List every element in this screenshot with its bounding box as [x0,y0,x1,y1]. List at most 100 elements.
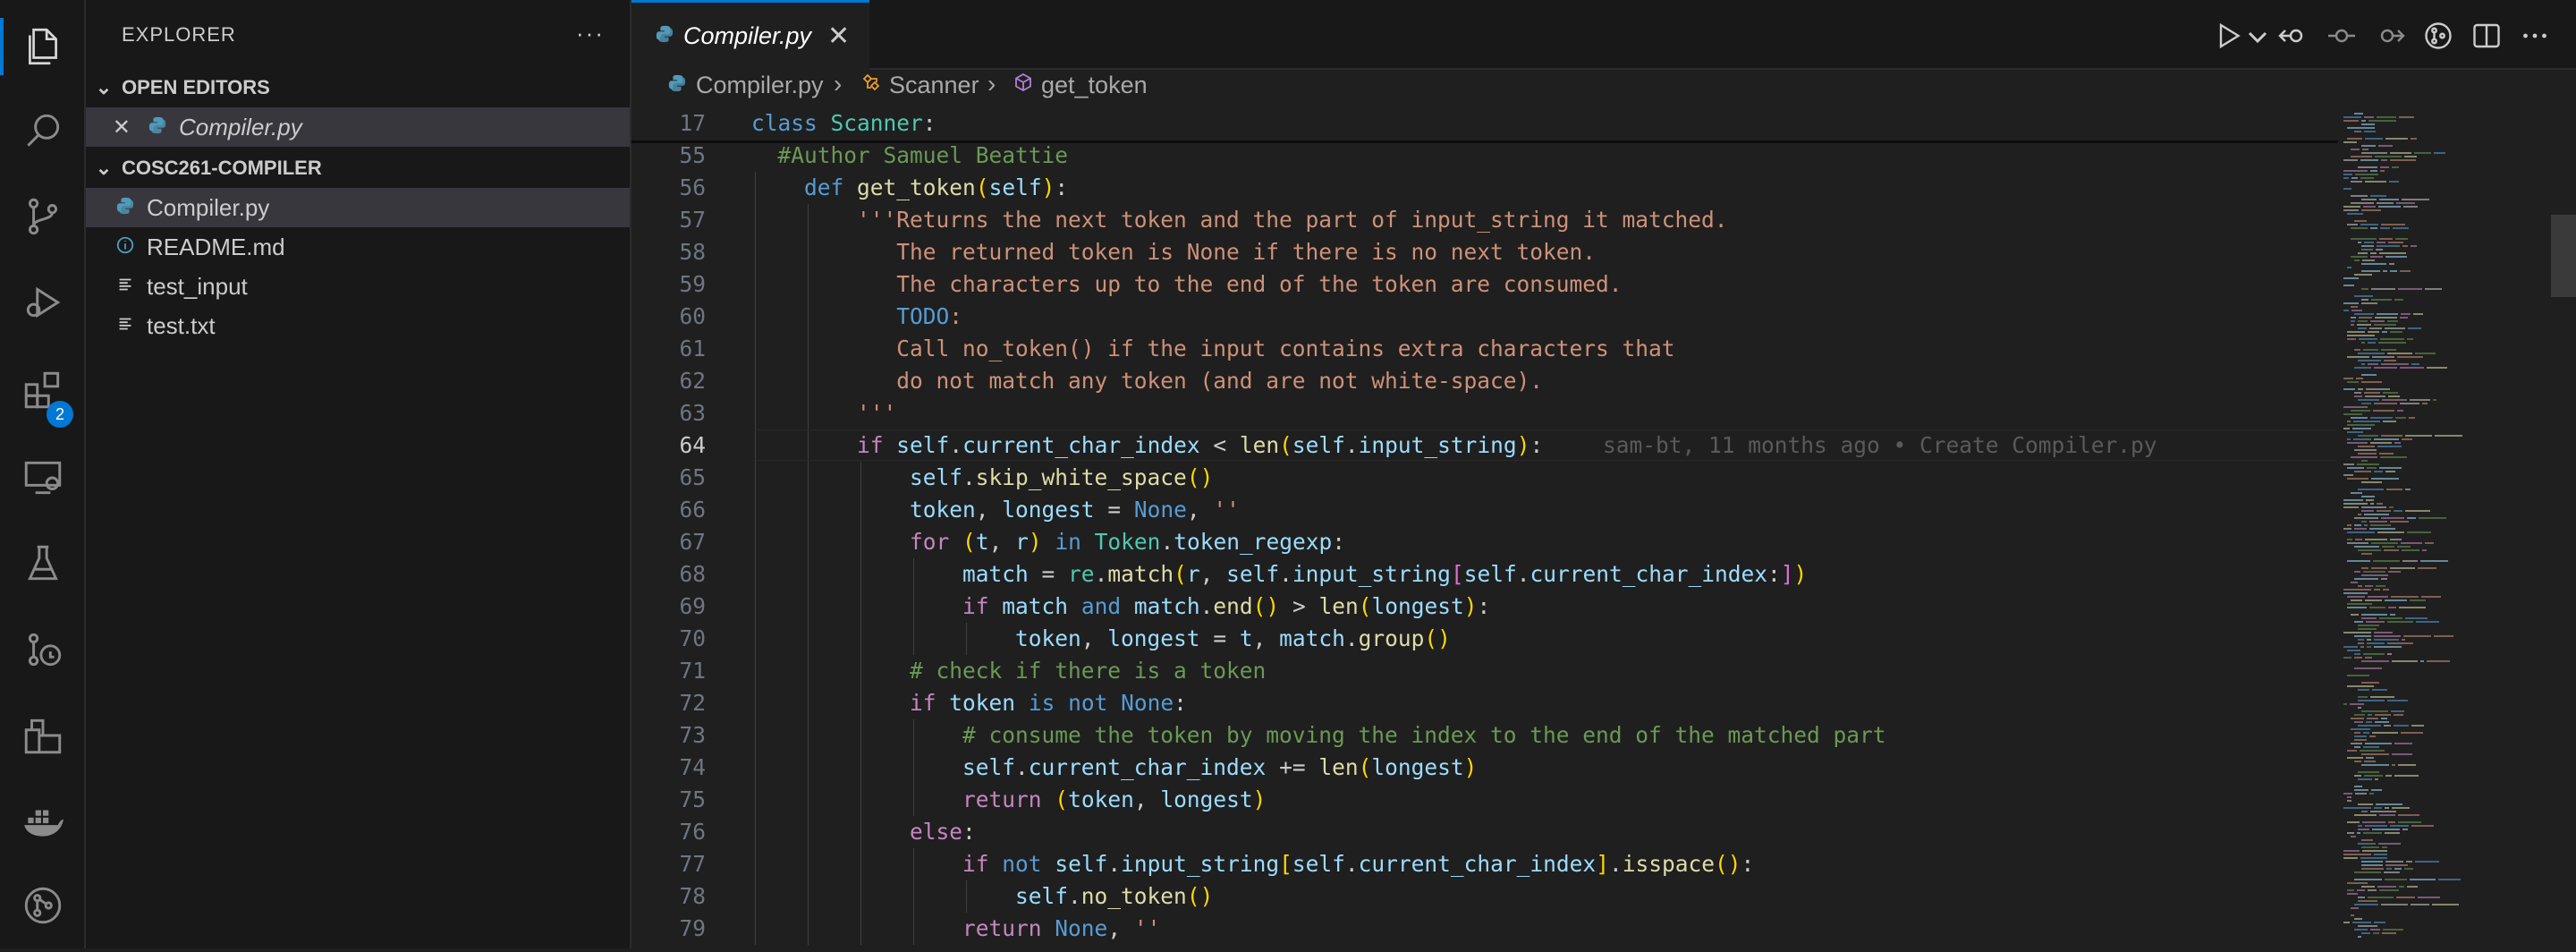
docker-icon[interactable] [0,780,86,863]
minimap[interactable] [2340,107,2547,948]
minimap-stroke [2347,675,2369,676]
remote-connections-icon[interactable] [0,694,86,777]
minimap-stroke [2361,574,2388,576]
minimap-stroke [2358,625,2379,626]
minimap-stroke [2396,897,2415,898]
minimap-stroke [2358,936,2361,938]
minimap-stroke [2343,413,2362,415]
code-text: return (token, longest) [962,786,1267,812]
minimap-stroke [2361,374,2377,376]
minimap-stroke [2399,886,2404,888]
tab-compiler[interactable]: Compiler.py ✕ [631,0,869,70]
code-text: else: [910,819,976,845]
minimap-stroke [2371,299,2392,301]
minimap-stroke [2360,159,2378,161]
minimap-stroke [2402,199,2429,200]
minimap-stroke [2388,242,2403,243]
split-editor-icon[interactable] [2470,20,2503,52]
source-control-icon[interactable] [0,175,86,258]
minimap-stroke [2368,120,2396,122]
more-actions-icon[interactable]: ··· [576,20,605,47]
remote-explorer-icon[interactable] [0,437,86,519]
run-icon[interactable] [2213,20,2245,52]
go-back-icon[interactable] [2277,20,2309,52]
minimap-stroke [2354,517,2378,519]
file-item-readme[interactable]: README.md [86,227,630,267]
code-text: token, longest = None, '' [910,497,1240,523]
minimap-stroke [2392,166,2399,168]
minimap-stroke [2361,381,2382,383]
open-editors-header[interactable]: ⌄ OPEN EDITORS [86,68,630,107]
minimap-stroke [2351,836,2356,837]
minimap-stroke [2365,657,2372,659]
folder-header[interactable]: ⌄ COSC261-COMPILER [86,149,630,188]
minimap-stroke [2438,879,2461,880]
explorer-icon[interactable] [0,5,86,88]
minimap-stroke [2374,438,2399,440]
testing-icon[interactable] [0,523,86,605]
minimap-stroke [2364,116,2374,118]
minimap-stroke [2399,607,2426,608]
minimap-stroke [2368,331,2379,333]
indent-guide [913,719,914,816]
class-symbol-icon [860,72,882,99]
line-number: 56 [679,174,706,200]
extensions-icon[interactable]: 2 [0,349,86,431]
minimap-stroke [2358,707,2361,709]
minimap-stroke [2385,138,2408,140]
minimap-stroke [2354,814,2377,816]
open-editor-item[interactable]: ✕ Compiler.py [86,107,630,147]
code-text: if token is not None: [910,690,1187,716]
file-item-test-input[interactable]: test_input [86,267,630,306]
minimap-stroke [2433,399,2436,401]
git-lens-icon[interactable] [2422,20,2454,52]
breadcrumb-method[interactable]: get_token [1013,72,1148,99]
minimap-stroke [2351,238,2377,240]
scrollbar-thumb[interactable] [2551,215,2576,297]
minimap-stroke [2379,252,2406,254]
open-changes-icon[interactable] [2326,20,2358,52]
code-text: if match and match.end() > len(longest): [962,593,1491,619]
minimap-stroke [2353,438,2371,440]
run-debug-icon[interactable] [0,261,86,344]
breadcrumb-class[interactable]: Scanner [860,72,979,99]
minimap-stroke [2358,725,2381,727]
minimap-stroke [2374,324,2396,326]
git-lens-icon[interactable] [0,864,86,947]
minimap-stroke [2351,202,2374,204]
search-icon[interactable] [0,89,86,172]
close-icon[interactable]: ✕ [86,115,131,140]
file-label: test.txt [147,311,216,339]
minimap-stroke [2347,889,2354,891]
go-forward-icon[interactable] [2374,20,2406,52]
line-number: 72 [679,690,706,716]
chevron-down-icon[interactable] [2241,20,2267,52]
minimap-stroke [2358,628,2377,630]
minimap-stroke [2347,331,2365,333]
close-icon[interactable]: ✕ [827,21,850,52]
minimap-stroke [2390,152,2411,154]
minimap-stroke [2352,428,2371,429]
more-actions-icon[interactable] [2519,20,2551,52]
code-text: self.no_token() [1015,883,1214,909]
git-graph-icon[interactable] [0,608,86,691]
minimap-stroke [2347,267,2351,268]
minimap-stroke [2364,392,2380,394]
minimap-stroke [2385,775,2392,777]
minimap-stroke [2351,227,2368,229]
minimap-stroke [2415,861,2439,863]
minimap-stroke [2356,378,2363,379]
file-item-compiler[interactable]: Compiler.py [86,188,630,227]
file-item-test-txt[interactable]: test.txt [86,306,630,345]
minimap-stroke [2343,378,2353,379]
chevron-down-icon: ⌄ [95,157,113,179]
minimap-stroke [2354,746,2360,748]
minimap-stroke [2378,843,2401,845]
minimap-stroke [2367,646,2371,648]
code-line: 74 self.current_char_index += len(longes… [631,752,2340,784]
minimap-stroke [2395,238,2408,240]
minimap-stroke [2347,607,2367,608]
minimap-stroke [2382,846,2387,848]
breadcrumb-file[interactable]: Compiler.py [667,72,824,99]
code-editor[interactable]: 17 class Scanner: 55 #Author Samuel Beatti… [631,107,2340,948]
